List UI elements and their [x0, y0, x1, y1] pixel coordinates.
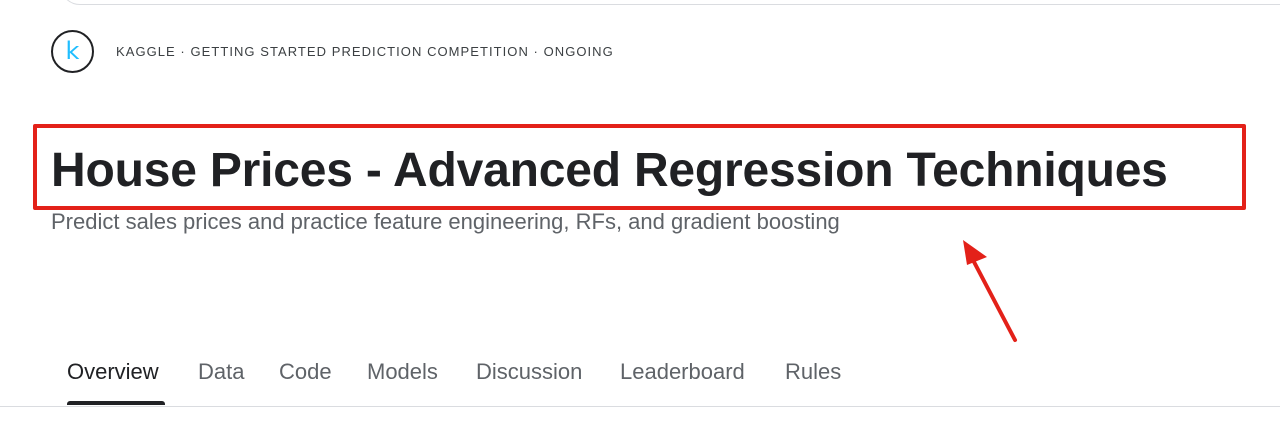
tab-code[interactable]: Code	[279, 359, 332, 385]
kaggle-logo-icon[interactable]: k	[51, 30, 94, 73]
tab-data[interactable]: Data	[198, 359, 244, 385]
competition-page: k KAGGLE · GETTING STARTED PREDICTION CO…	[0, 0, 1280, 438]
competition-tabs: Overview Data Code Models Discussion Lea…	[0, 350, 1280, 407]
page-subtitle: Predict sales prices and practice featur…	[51, 209, 840, 234]
tab-leaderboard[interactable]: Leaderboard	[620, 359, 745, 385]
logo-letter: k	[65, 36, 80, 65]
tab-models[interactable]: Models	[367, 359, 438, 385]
breadcrumb: KAGGLE · GETTING STARTED PREDICTION COMP…	[116, 44, 614, 59]
active-tab-indicator	[67, 401, 165, 405]
tab-discussion[interactable]: Discussion	[476, 359, 582, 385]
red-arrow-icon	[963, 240, 1017, 342]
page-title: House Prices - Advanced Regression Techn…	[51, 144, 1168, 197]
tab-rules[interactable]: Rules	[785, 359, 841, 385]
tab-overview[interactable]: Overview	[67, 359, 159, 385]
search-bar-edge[interactable]	[60, 0, 1280, 5]
